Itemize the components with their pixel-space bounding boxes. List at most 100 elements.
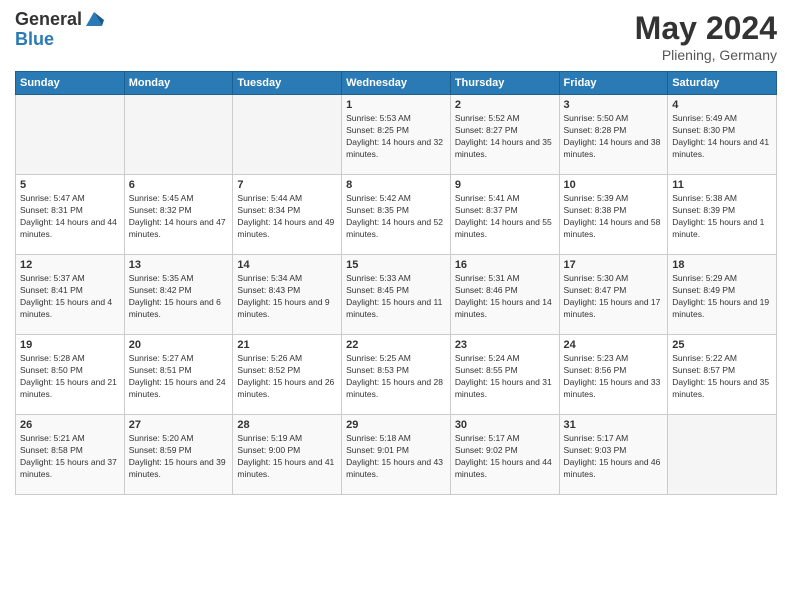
day-number: 21 bbox=[237, 339, 337, 351]
day-info: Sunrise: 5:29 AMSunset: 8:49 PMDaylight:… bbox=[672, 273, 769, 319]
day-number: 17 bbox=[564, 259, 664, 271]
day-info: Sunrise: 5:50 AMSunset: 8:28 PMDaylight:… bbox=[564, 113, 661, 159]
table-row bbox=[16, 95, 125, 175]
table-row: 20 Sunrise: 5:27 AMSunset: 8:51 PMDaylig… bbox=[124, 335, 233, 415]
day-info: Sunrise: 5:34 AMSunset: 8:43 PMDaylight:… bbox=[237, 273, 329, 319]
day-info: Sunrise: 5:25 AMSunset: 8:53 PMDaylight:… bbox=[346, 353, 443, 399]
day-number: 11 bbox=[672, 179, 772, 191]
month-title: May 2024 bbox=[635, 10, 777, 47]
logo-general: General bbox=[15, 10, 82, 30]
day-number: 19 bbox=[20, 339, 120, 351]
table-row: 12 Sunrise: 5:37 AMSunset: 8:41 PMDaylig… bbox=[16, 255, 125, 335]
day-info: Sunrise: 5:23 AMSunset: 8:56 PMDaylight:… bbox=[564, 353, 661, 399]
table-row: 23 Sunrise: 5:24 AMSunset: 8:55 PMDaylig… bbox=[450, 335, 559, 415]
table-row: 14 Sunrise: 5:34 AMSunset: 8:43 PMDaylig… bbox=[233, 255, 342, 335]
table-row: 28 Sunrise: 5:19 AMSunset: 9:00 PMDaylig… bbox=[233, 415, 342, 495]
day-number: 12 bbox=[20, 259, 120, 271]
day-info: Sunrise: 5:52 AMSunset: 8:27 PMDaylight:… bbox=[455, 113, 552, 159]
day-number: 5 bbox=[20, 179, 120, 191]
day-number: 18 bbox=[672, 259, 772, 271]
day-info: Sunrise: 5:26 AMSunset: 8:52 PMDaylight:… bbox=[237, 353, 334, 399]
header-wednesday: Wednesday bbox=[342, 72, 451, 95]
day-info: Sunrise: 5:38 AMSunset: 8:39 PMDaylight:… bbox=[672, 193, 764, 239]
table-row: 6 Sunrise: 5:45 AMSunset: 8:32 PMDayligh… bbox=[124, 175, 233, 255]
table-row: 15 Sunrise: 5:33 AMSunset: 8:45 PMDaylig… bbox=[342, 255, 451, 335]
day-info: Sunrise: 5:24 AMSunset: 8:55 PMDaylight:… bbox=[455, 353, 552, 399]
day-number: 24 bbox=[564, 339, 664, 351]
day-number: 31 bbox=[564, 419, 664, 431]
table-row: 1 Sunrise: 5:53 AMSunset: 8:25 PMDayligh… bbox=[342, 95, 451, 175]
day-number: 16 bbox=[455, 259, 555, 271]
day-info: Sunrise: 5:44 AMSunset: 8:34 PMDaylight:… bbox=[237, 193, 334, 239]
header-thursday: Thursday bbox=[450, 72, 559, 95]
calendar-page: General Blue May 2024 Pliening, Germany … bbox=[0, 0, 792, 505]
table-row: 16 Sunrise: 5:31 AMSunset: 8:46 PMDaylig… bbox=[450, 255, 559, 335]
calendar-week-row: 12 Sunrise: 5:37 AMSunset: 8:41 PMDaylig… bbox=[16, 255, 777, 335]
table-row: 7 Sunrise: 5:44 AMSunset: 8:34 PMDayligh… bbox=[233, 175, 342, 255]
logo-blue: Blue bbox=[15, 30, 104, 50]
day-number: 29 bbox=[346, 419, 446, 431]
day-info: Sunrise: 5:30 AMSunset: 8:47 PMDaylight:… bbox=[564, 273, 661, 319]
table-row: 17 Sunrise: 5:30 AMSunset: 8:47 PMDaylig… bbox=[559, 255, 668, 335]
weekday-header-row: Sunday Monday Tuesday Wednesday Thursday… bbox=[16, 72, 777, 95]
day-info: Sunrise: 5:42 AMSunset: 8:35 PMDaylight:… bbox=[346, 193, 443, 239]
day-number: 15 bbox=[346, 259, 446, 271]
table-row bbox=[668, 415, 777, 495]
day-info: Sunrise: 5:39 AMSunset: 8:38 PMDaylight:… bbox=[564, 193, 661, 239]
day-number: 8 bbox=[346, 179, 446, 191]
day-number: 22 bbox=[346, 339, 446, 351]
day-info: Sunrise: 5:33 AMSunset: 8:45 PMDaylight:… bbox=[346, 273, 442, 319]
table-row: 8 Sunrise: 5:42 AMSunset: 8:35 PMDayligh… bbox=[342, 175, 451, 255]
day-info: Sunrise: 5:21 AMSunset: 8:58 PMDaylight:… bbox=[20, 433, 117, 479]
day-number: 9 bbox=[455, 179, 555, 191]
header-sunday: Sunday bbox=[16, 72, 125, 95]
day-info: Sunrise: 5:53 AMSunset: 8:25 PMDaylight:… bbox=[346, 113, 443, 159]
table-row: 13 Sunrise: 5:35 AMSunset: 8:42 PMDaylig… bbox=[124, 255, 233, 335]
day-number: 25 bbox=[672, 339, 772, 351]
table-row: 25 Sunrise: 5:22 AMSunset: 8:57 PMDaylig… bbox=[668, 335, 777, 415]
table-row: 11 Sunrise: 5:38 AMSunset: 8:39 PMDaylig… bbox=[668, 175, 777, 255]
day-number: 13 bbox=[129, 259, 229, 271]
table-row: 22 Sunrise: 5:25 AMSunset: 8:53 PMDaylig… bbox=[342, 335, 451, 415]
header-monday: Monday bbox=[124, 72, 233, 95]
day-info: Sunrise: 5:45 AMSunset: 8:32 PMDaylight:… bbox=[129, 193, 226, 239]
day-number: 4 bbox=[672, 99, 772, 111]
table-row: 10 Sunrise: 5:39 AMSunset: 8:38 PMDaylig… bbox=[559, 175, 668, 255]
logo-text: General Blue bbox=[15, 10, 104, 50]
table-row: 4 Sunrise: 5:49 AMSunset: 8:30 PMDayligh… bbox=[668, 95, 777, 175]
header-tuesday: Tuesday bbox=[233, 72, 342, 95]
day-number: 28 bbox=[237, 419, 337, 431]
table-row: 29 Sunrise: 5:18 AMSunset: 9:01 PMDaylig… bbox=[342, 415, 451, 495]
day-number: 20 bbox=[129, 339, 229, 351]
calendar-week-row: 19 Sunrise: 5:28 AMSunset: 8:50 PMDaylig… bbox=[16, 335, 777, 415]
table-row: 27 Sunrise: 5:20 AMSunset: 8:59 PMDaylig… bbox=[124, 415, 233, 495]
table-row: 26 Sunrise: 5:21 AMSunset: 8:58 PMDaylig… bbox=[16, 415, 125, 495]
header-friday: Friday bbox=[559, 72, 668, 95]
logo-icon bbox=[84, 8, 104, 30]
day-info: Sunrise: 5:41 AMSunset: 8:37 PMDaylight:… bbox=[455, 193, 552, 239]
table-row: 9 Sunrise: 5:41 AMSunset: 8:37 PMDayligh… bbox=[450, 175, 559, 255]
header: General Blue May 2024 Pliening, Germany bbox=[15, 10, 777, 63]
table-row bbox=[233, 95, 342, 175]
day-info: Sunrise: 5:49 AMSunset: 8:30 PMDaylight:… bbox=[672, 113, 769, 159]
day-info: Sunrise: 5:19 AMSunset: 9:00 PMDaylight:… bbox=[237, 433, 334, 479]
day-number: 2 bbox=[455, 99, 555, 111]
day-info: Sunrise: 5:27 AMSunset: 8:51 PMDaylight:… bbox=[129, 353, 226, 399]
table-row: 18 Sunrise: 5:29 AMSunset: 8:49 PMDaylig… bbox=[668, 255, 777, 335]
day-info: Sunrise: 5:35 AMSunset: 8:42 PMDaylight:… bbox=[129, 273, 221, 319]
calendar-week-row: 5 Sunrise: 5:47 AMSunset: 8:31 PMDayligh… bbox=[16, 175, 777, 255]
day-info: Sunrise: 5:28 AMSunset: 8:50 PMDaylight:… bbox=[20, 353, 117, 399]
calendar-week-row: 26 Sunrise: 5:21 AMSunset: 8:58 PMDaylig… bbox=[16, 415, 777, 495]
day-info: Sunrise: 5:22 AMSunset: 8:57 PMDaylight:… bbox=[672, 353, 769, 399]
table-row: 5 Sunrise: 5:47 AMSunset: 8:31 PMDayligh… bbox=[16, 175, 125, 255]
day-info: Sunrise: 5:20 AMSunset: 8:59 PMDaylight:… bbox=[129, 433, 226, 479]
day-info: Sunrise: 5:47 AMSunset: 8:31 PMDaylight:… bbox=[20, 193, 117, 239]
calendar-week-row: 1 Sunrise: 5:53 AMSunset: 8:25 PMDayligh… bbox=[16, 95, 777, 175]
day-number: 10 bbox=[564, 179, 664, 191]
day-number: 1 bbox=[346, 99, 446, 111]
table-row: 30 Sunrise: 5:17 AMSunset: 9:02 PMDaylig… bbox=[450, 415, 559, 495]
calendar-table: Sunday Monday Tuesday Wednesday Thursday… bbox=[15, 71, 777, 495]
day-number: 23 bbox=[455, 339, 555, 351]
day-info: Sunrise: 5:18 AMSunset: 9:01 PMDaylight:… bbox=[346, 433, 443, 479]
day-number: 30 bbox=[455, 419, 555, 431]
